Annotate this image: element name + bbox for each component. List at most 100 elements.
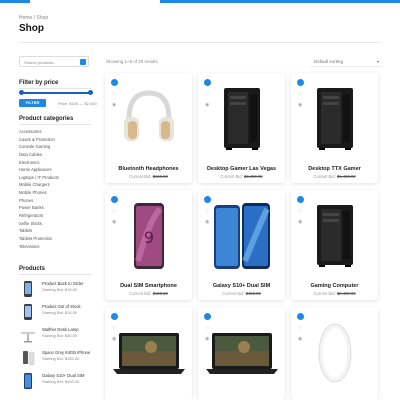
category-item[interactable]: Tablets Protection — [19, 235, 59, 243]
product-title[interactable]: Dual SIM Smartphone — [105, 283, 192, 289]
phone-thumbnail-icon — [23, 351, 35, 366]
price-label: Current Bid: — [313, 291, 336, 296]
price-range-text: Price: $100 — $2,000 — [58, 101, 97, 106]
price-slider-max-handle[interactable] — [88, 90, 93, 95]
product-card[interactable]: ♡ ◉ — [291, 307, 378, 400]
lamp-thumbnail-icon — [21, 332, 35, 343]
product-image[interactable] — [198, 79, 285, 159]
category-item[interactable]: Console Gaming — [19, 143, 59, 151]
pc-tower-icon — [316, 88, 353, 150]
product-title[interactable]: Gaming Computer — [291, 283, 378, 289]
results-count: Showing 1–9 of 20 results — [106, 59, 158, 64]
product-card[interactable]: ♡ ◉ — [105, 307, 192, 400]
products-widget-divider — [19, 274, 91, 275]
product-title[interactable]: Desktop Gamer Las Vegas — [198, 166, 285, 172]
list-item[interactable]: Product Back to Order Starting Bid: $15.… — [19, 278, 99, 301]
product-card[interactable]: ♡ ◉ Gaming Computer Current Bid: $2,450.… — [291, 190, 378, 300]
categories-heading: Product categories — [19, 116, 74, 122]
price-slider-min-handle[interactable] — [19, 90, 24, 95]
product-image[interactable] — [198, 196, 285, 276]
filter-button[interactable]: FILTER — [19, 99, 46, 107]
product-image[interactable] — [105, 79, 192, 159]
category-item[interactable]: Home Appliances — [19, 166, 59, 174]
laptop-icon — [112, 333, 185, 374]
product-name: Product Out of Stock — [42, 304, 81, 309]
sort-select[interactable]: Default sorting ▾ — [310, 56, 382, 67]
product-name: Space Grey 64GB iPhone — [42, 350, 91, 355]
category-item[interactable]: Refrigerators — [19, 212, 59, 220]
search-icon[interactable] — [80, 59, 86, 65]
product-card[interactable]: ♡ ◉ Desktop Gamer Las Vegas Current Bid:… — [198, 73, 285, 183]
category-item[interactable]: Tablets — [19, 227, 59, 235]
product-price: Current Bid: $150.00 — [105, 291, 192, 296]
product-price: Starting Bid: $150.00 — [42, 356, 80, 361]
product-card[interactable]: ♡ ◉ Galaxy S10+ Dual SIM Current Bid: $4… — [198, 190, 285, 300]
category-item[interactable]: Phones — [19, 197, 59, 205]
search-input[interactable]: Search products... — [19, 56, 89, 67]
product-image[interactable] — [291, 196, 378, 276]
price-filter-heading: Filter by price — [19, 80, 59, 86]
phone-thumbnail-icon — [24, 281, 32, 297]
category-item[interactable]: Mobile Phones — [19, 189, 59, 197]
product-title[interactable]: Galaxy S10+ Dual SIM — [198, 283, 285, 289]
top-accent-bar — [0, 0, 400, 4]
price-value: $150.00 — [152, 291, 168, 296]
product-card[interactable]: ♡ ◉ Bluetooth Headphones Current Bid: $1… — [105, 73, 192, 183]
product-name: Product Back to Order — [42, 281, 84, 286]
category-item[interactable]: Cases & Protection — [19, 136, 59, 144]
headphones-icon — [123, 90, 174, 141]
category-item[interactable]: Accessories — [19, 128, 59, 136]
laptop-icon — [205, 333, 278, 374]
price-value: $450.00 — [245, 291, 261, 296]
smartphone-pair-icon — [213, 203, 270, 269]
category-item[interactable]: Power Banks — [19, 204, 59, 212]
price-value: $150.00 — [152, 174, 168, 179]
list-item[interactable]: Space Grey 64GB iPhone Starting Bid: $15… — [19, 347, 99, 370]
pc-tower-icon — [223, 88, 260, 150]
category-item[interactable]: Laptops / IT Products — [19, 174, 59, 182]
product-image[interactable] — [291, 313, 378, 393]
product-name: Galaxy S10+ Dual SIM — [42, 373, 85, 378]
category-item[interactable]: Data Cables — [19, 151, 59, 159]
price-slider-track[interactable] — [21, 92, 91, 94]
phone-thumbnail-icon — [24, 373, 32, 389]
product-price: Starting Bid: $450.00 — [42, 379, 80, 384]
product-image[interactable] — [198, 313, 285, 393]
product-name: Walther Desk Lamp — [42, 327, 79, 332]
product-image[interactable] — [105, 313, 192, 393]
product-price: Current Bid: $150.00 — [105, 174, 192, 179]
pc-tower-icon — [316, 205, 353, 267]
product-price: Starting Bid: $15.00 — [42, 287, 78, 292]
price-label: Current Bid: — [220, 174, 243, 179]
price-value: $3,450.00 — [243, 174, 263, 179]
categories-divider — [19, 124, 91, 125]
breadcrumb[interactable]: Home / Shop — [19, 15, 48, 21]
header-divider — [19, 42, 381, 43]
price-label: Current Bid: — [313, 174, 336, 179]
product-price: Starting Bid: $45.00 — [42, 333, 78, 338]
product-card[interactable]: ♡ ◉ Desktop TTX Gamer Current Bid: $1,45… — [291, 73, 378, 183]
list-item[interactable]: Walther Desk Lamp Starting Bid: $45.00 — [19, 324, 99, 347]
price-label: Current Bid: — [129, 174, 152, 179]
page-title: Shop — [19, 23, 44, 34]
sort-selected: Default sorting — [314, 59, 344, 64]
product-image[interactable] — [291, 79, 378, 159]
product-card[interactable]: ♡ ◉ 9 Dual SIM Smartphone Current Bid: $… — [105, 190, 192, 300]
top-accent-left — [0, 0, 30, 3]
product-price: Current Bid: $1,450.00 — [291, 174, 378, 179]
product-card[interactable]: ♡ ◉ — [198, 307, 285, 400]
category-item[interactable]: Electronics — [19, 159, 59, 167]
category-item[interactable]: Mobile Chargers — [19, 181, 59, 189]
product-title[interactable]: Desktop TTX Gamer — [291, 166, 378, 172]
products-widget-list: Product Back to Order Starting Bid: $15.… — [19, 278, 99, 393]
product-price: Current Bid: $3,450.00 — [198, 174, 285, 179]
phone-thumbnail-icon — [24, 304, 32, 320]
product-title[interactable]: Bluetooth Headphones — [105, 166, 192, 172]
category-item[interactable]: Selfie Sticks — [19, 220, 59, 228]
list-item[interactable]: Galaxy S10+ Dual SIM Starting Bid: $450.… — [19, 370, 99, 393]
list-item[interactable]: Product Out of Stock Starting Bid: $15.0… — [19, 301, 99, 324]
price-label: Current Bid: — [222, 291, 245, 296]
product-image[interactable]: 9 — [105, 196, 192, 276]
smartphone-icon: 9 — [133, 203, 164, 269]
category-item[interactable]: Televisions — [19, 243, 59, 251]
